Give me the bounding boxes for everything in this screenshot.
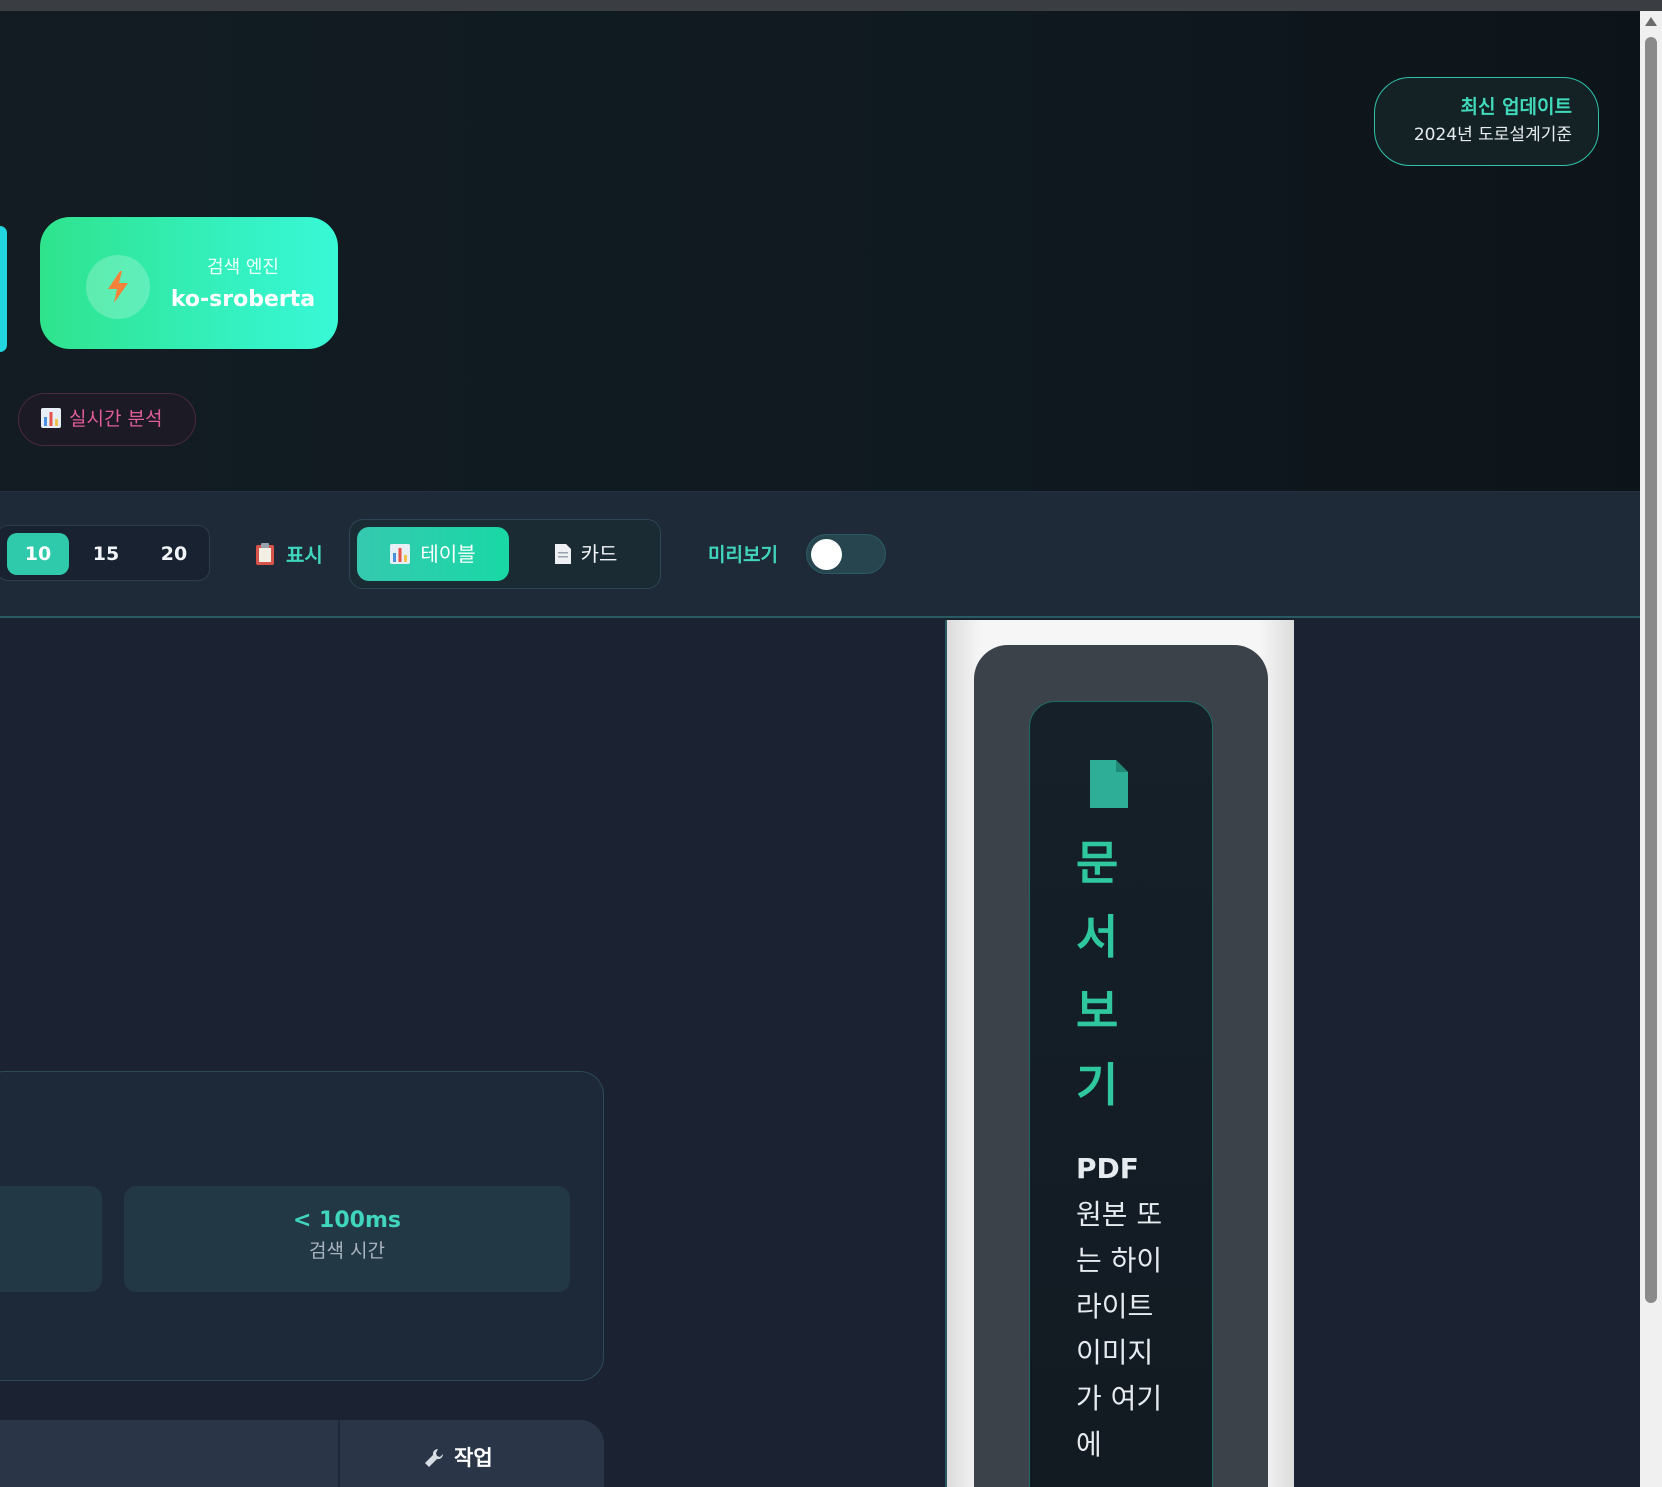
update-badge-title: 최신 업데이트: [1460, 96, 1573, 118]
action-column-header: 작업: [424, 1442, 493, 1473]
view-table-button[interactable]: 테이블: [357, 527, 509, 581]
search-engine-label: 검색 엔진: [207, 257, 279, 278]
search-engine-value: ko-sroberta: [170, 287, 316, 312]
scrollbar-thumb[interactable]: [1645, 37, 1657, 1303]
search-time-value: < 100ms: [292, 1208, 402, 1233]
page-scrollbar[interactable]: [1640, 11, 1662, 1487]
toggle-knob: [811, 539, 842, 570]
window-top-strip: [0, 0, 1662, 11]
stat-card-partial: [0, 226, 7, 352]
bar-chart-icon: [390, 530, 411, 584]
display-label: 표시: [256, 539, 323, 570]
results-table-header: 작업: [0, 1420, 604, 1487]
view-mode-toggle: 테이블 카드: [349, 519, 661, 589]
clipboard-icon: [256, 543, 274, 570]
bar-chart-icon: [41, 397, 61, 447]
lightning-icon: [86, 255, 150, 319]
display-label-text: 표시: [286, 543, 323, 567]
document-preview-panel: 문서보기 PDF 원본 또는 하이라이트 이미지가 여기에: [945, 620, 1294, 1487]
scroll-up-arrow-icon[interactable]: [1645, 17, 1657, 26]
column-divider: [338, 1420, 340, 1487]
results-toolbar: 10 15 20 표시 테이블 카드 미리보기: [0, 492, 1640, 618]
preview-toggle-label: 미리보기: [708, 544, 778, 566]
document-icon: [1090, 760, 1128, 812]
view-card-label: 카드: [580, 542, 618, 566]
result-count-selector: 10 15 20: [0, 525, 210, 581]
view-table-label: 테이블: [420, 542, 476, 566]
count-option-20[interactable]: 20: [143, 533, 205, 575]
preview-toggle-switch[interactable]: [806, 534, 886, 574]
preview-title: 문서보기: [1076, 836, 1119, 1112]
search-time-stat: < 100ms 검색 시간: [124, 1186, 570, 1292]
search-engine-card: 검색 엔진 ko-sroberta: [40, 217, 338, 349]
preview-description: PDF 원본 또는 하이라이트 이미지가 여기에: [1076, 1146, 1172, 1468]
preview-desc-text: 원본 또는 하이라이트 이미지가 여기에: [1076, 1198, 1163, 1461]
count-option-15[interactable]: 15: [75, 533, 137, 575]
stat-box-partial: [0, 1186, 102, 1292]
count-option-10[interactable]: 10: [7, 533, 69, 575]
wrench-icon: [424, 1448, 444, 1473]
update-badge-subtitle: 2024년 도로설계기준: [1413, 125, 1572, 145]
view-card-button[interactable]: 카드: [530, 527, 642, 581]
preview-placeholder: 문서보기 PDF 원본 또는 하이라이트 이미지가 여기에: [1029, 701, 1213, 1487]
preview-frame: 문서보기 PDF 원본 또는 하이라이트 이미지가 여기에: [974, 645, 1268, 1487]
document-icon: [554, 530, 571, 584]
update-badge: 최신 업데이트 2024년 도로설계기준: [1374, 77, 1599, 166]
action-column-label: 작업: [454, 1446, 493, 1470]
realtime-analysis-badge[interactable]: 실시간 분석: [18, 393, 196, 446]
search-time-label: 검색 시간: [309, 1240, 385, 1262]
realtime-analysis-label: 실시간 분석: [69, 408, 163, 430]
preview-desc-format: PDF: [1076, 1152, 1139, 1185]
